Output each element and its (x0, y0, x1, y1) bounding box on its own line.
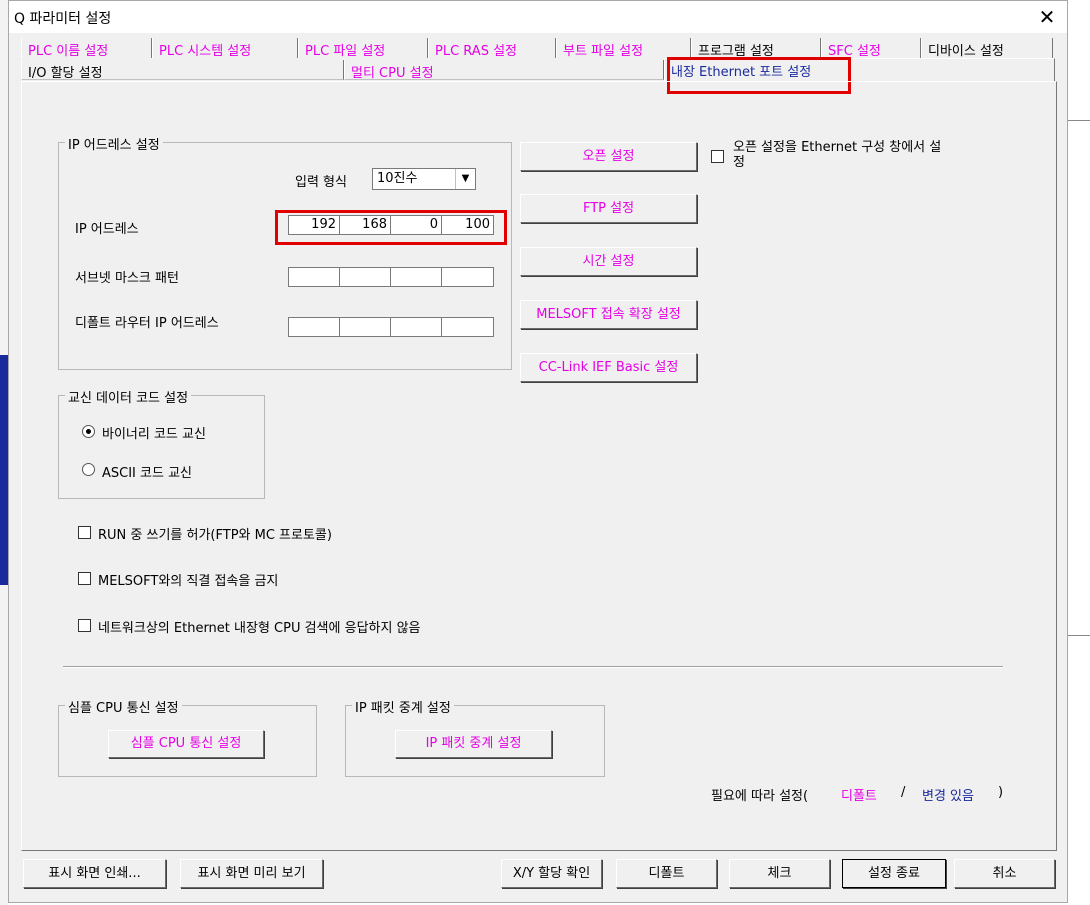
simple-cpu-button[interactable]: 심플 CPU 통신 설정 (108, 730, 264, 758)
open-setting-ethernet-label: 오픈 설정을 Ethernet 구성 창에서 설정 (733, 140, 942, 170)
legend-prefix: 필요에 따라 설정( (711, 789, 809, 804)
ascii-code-radio[interactable] (82, 463, 95, 476)
legend-changed: 변경 있음 (922, 789, 974, 804)
no-search-response-label: 네트워크상의 Ethernet 내장형 CPU 검색에 응답하지 않음 (98, 621, 421, 636)
subnet-mask-label: 서브넷 마스크 패턴 (75, 271, 179, 286)
open-setting-ethernet-checkbox[interactable] (711, 150, 724, 163)
tab-plc-name[interactable]: PLC 이름 설정 (21, 38, 152, 59)
parameter-dialog: Q 파라미터 설정 ✕ PLC 이름 설정 PLC 시스템 설정 PLC 파일 … (8, 0, 1068, 903)
tab-io-assignment[interactable]: I/O 할당 설정 (21, 60, 344, 81)
tab-boot-file[interactable]: 부트 파일 설정 (556, 38, 691, 59)
legend-slash: / (901, 785, 906, 800)
gateway-octet-3[interactable] (391, 318, 442, 336)
tab-plc-file[interactable]: PLC 파일 설정 (298, 38, 428, 59)
melsoft-connection-button[interactable]: MELSOFT 접속 확장 설정 (520, 300, 697, 329)
subnet-mask-field[interactable] (288, 267, 494, 287)
gateway-label: 디폴트 라우터 IP 어드레스 (75, 316, 219, 331)
ip-packet-button[interactable]: IP 패킷 중계 설정 (395, 730, 552, 758)
comm-data-code-group: 교신 데이터 코드 설정 (58, 387, 265, 499)
cclink-ief-basic-button[interactable]: CC-Link IEF Basic 설정 (520, 353, 697, 382)
no-search-response-checkbox[interactable] (78, 619, 91, 632)
default-button[interactable]: 디폴트 (616, 859, 717, 888)
comm-code-legend: 교신 데이터 코드 설정 (65, 387, 192, 406)
background-window-panel (0, 355, 8, 585)
separator (63, 666, 1003, 668)
gateway-octet-2[interactable] (340, 318, 391, 336)
gateway-octet-4[interactable] (442, 318, 493, 336)
subnet-octet-2[interactable] (340, 268, 391, 286)
print-screen-button[interactable]: 표시 화면 인쇄... (23, 859, 166, 888)
ascii-code-label: ASCII 코드 교신 (102, 466, 192, 481)
gateway-field[interactable] (288, 317, 494, 337)
radio-selected-dot (86, 429, 91, 434)
run-write-checkbox[interactable] (78, 526, 91, 539)
subnet-octet-1[interactable] (289, 268, 340, 286)
finish-settings-button[interactable]: 설정 종료 (842, 859, 946, 888)
melsoft-direct-checkbox[interactable] (78, 572, 91, 585)
subnet-octet-4[interactable] (442, 268, 493, 286)
title-bar: Q 파라미터 설정 ✕ (9, 1, 1067, 33)
ftp-settings-button[interactable]: FTP 설정 (520, 194, 697, 223)
input-format-select[interactable]: 10진수 ▼ (372, 168, 476, 190)
gateway-octet-1[interactable] (289, 318, 340, 336)
input-format-label: 입력 형식 (295, 175, 347, 190)
open-settings-button[interactable]: 오픈 설정 (520, 142, 697, 171)
cancel-button[interactable]: 취소 (954, 859, 1055, 888)
highlight-ip-address (275, 210, 507, 245)
tab-plc-system[interactable]: PLC 시스템 설정 (152, 38, 298, 59)
ip-packet-legend: IP 패킷 중계 설정 (352, 697, 454, 716)
melsoft-direct-label: MELSOFT와의 직결 접속을 금지 (98, 574, 279, 589)
chevron-down-icon[interactable]: ▼ (455, 169, 475, 189)
binary-code-label: 바이너리 코드 교신 (102, 427, 206, 442)
xy-assignment-check-button[interactable]: X/Y 할당 확인 (501, 859, 602, 888)
subnet-octet-3[interactable] (391, 268, 442, 286)
legend-suffix: ) (998, 785, 1004, 800)
ip-group-legend: IP 어드레스 설정 (65, 134, 163, 153)
tab-plc-ras[interactable]: PLC RAS 설정 (428, 38, 556, 59)
tab-sfc[interactable]: SFC 설정 (821, 38, 921, 59)
check-button[interactable]: 체크 (729, 859, 830, 888)
close-icon[interactable]: ✕ (1034, 3, 1060, 31)
ip-address-label: IP 어드레스 (75, 222, 139, 237)
time-settings-button[interactable]: 시간 설정 (520, 247, 697, 276)
binary-code-radio[interactable] (82, 425, 95, 438)
print-preview-button[interactable]: 표시 화면 미리 보기 (180, 859, 323, 888)
tab-device[interactable]: 디바이스 설정 (921, 38, 1053, 59)
run-write-label: RUN 중 쓰기를 허가(FTP와 MC 프로토콜) (98, 528, 332, 543)
tab-program[interactable]: 프로그램 설정 (691, 38, 821, 59)
window-title: Q 파라미터 설정 (14, 11, 112, 27)
tab-multi-cpu[interactable]: 멀티 CPU 설정 (344, 60, 664, 81)
simple-cpu-legend: 심플 CPU 통신 설정 (65, 697, 182, 716)
legend-default: 디폴트 (841, 789, 877, 804)
input-format-value: 10진수 (377, 171, 418, 186)
